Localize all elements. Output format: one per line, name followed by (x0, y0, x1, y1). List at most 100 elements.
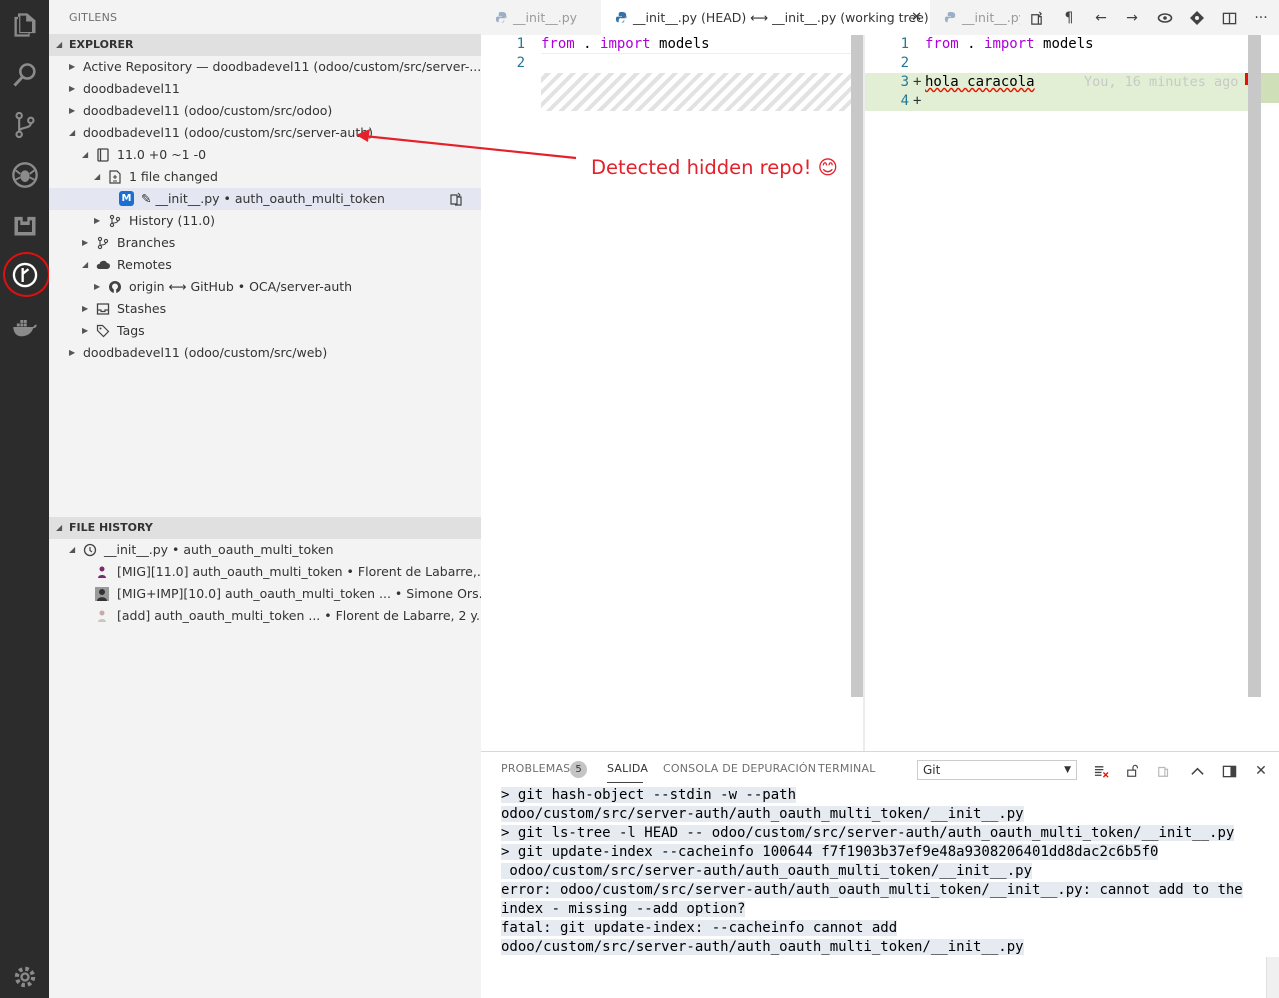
tree-row-stashes[interactable]: ▶ Stashes (49, 298, 481, 320)
line-number: 2 (516, 55, 525, 71)
file-diff-icon (109, 170, 121, 184)
more-actions-icon[interactable]: ··· (1251, 8, 1271, 28)
git-branch-icon (109, 214, 121, 228)
right-scrollbar[interactable] (1248, 35, 1261, 697)
chevron-down-icon: ◢ (69, 128, 76, 137)
line-number: 1 (516, 36, 525, 52)
chevron-right-icon: ▶ (94, 216, 101, 225)
show-whitespace-icon[interactable]: ¶ (1059, 8, 1079, 28)
tree-row-active-repository[interactable]: ▶ Active Repository — doodbadevel11 (odo… (49, 56, 481, 78)
tree-row-repo[interactable]: ▶ doodbadevel11 (49, 78, 481, 100)
explorer-files-icon[interactable] (9, 9, 40, 40)
tab-init-py[interactable]: __init__.py (481, 0, 601, 35)
search-icon[interactable] (9, 59, 40, 90)
author-avatar (98, 566, 106, 578)
tree-row-remotes[interactable]: ◢ Remotes (49, 254, 481, 276)
debug-icon[interactable] (9, 159, 40, 190)
toggle-panel-position-icon[interactable] (1219, 761, 1239, 781)
toggle-inline-icon[interactable] (1155, 8, 1175, 28)
code-line-added: hola caracola (925, 74, 1035, 90)
open-changes-icon[interactable] (1026, 8, 1046, 28)
tab-output[interactable]: SALIDA (607, 762, 648, 775)
dropdown-arrow-icon: ▼ (1064, 765, 1071, 775)
clear-output-icon[interactable] (1091, 761, 1111, 781)
sidebar-title: GITLENS (69, 11, 118, 24)
python-file-icon (944, 11, 956, 23)
diff-placeholder (541, 73, 851, 111)
history-row-commit[interactable]: [MIG][11.0] auth_oauth_multi_token • Flo… (49, 561, 481, 583)
output-line: fatal: git update-index: --cacheinfo can… (501, 920, 898, 936)
previous-change-icon[interactable]: ← (1091, 8, 1111, 28)
annotation-arrow (356, 129, 577, 160)
tree-row-repo-odoo[interactable]: ▶ doodbadevel11 (odoo/custom/src/odoo) (49, 100, 481, 122)
output-line: > git update-index --cacheinfo 100644 f7… (501, 844, 1159, 860)
left-scrollbar[interactable] (851, 35, 863, 697)
settings-gear-icon[interactable] (9, 961, 40, 992)
chevron-down-icon: ◢ (56, 523, 63, 532)
output-channel-select[interactable]: Git ▼ (917, 760, 1077, 780)
tree-row-changed-file[interactable]: M ✎ __init__.py • auth_oauth_multi_token (49, 188, 481, 210)
tree-row-repo-web[interactable]: ▶ doodbadevel11 (odoo/custom/src/web) (49, 342, 481, 364)
chevron-right-icon: ▶ (82, 326, 89, 335)
tab-diff-view[interactable]: __init__.py (HEAD) ⟷ __init__.py (workin… (601, 0, 930, 35)
tree-row-files-changed[interactable]: ◢ 1 file changed (49, 166, 481, 188)
activity-bar (0, 0, 50, 998)
tab-terminal[interactable]: TERMINAL (818, 762, 876, 775)
maximize-panel-icon[interactable] (1187, 761, 1207, 781)
tab-debug-console[interactable]: CONSOLA DE DEPURACIÓN (663, 762, 816, 775)
line-number: 4 (900, 93, 909, 109)
chevron-right-icon: ▶ (69, 84, 76, 93)
modified-badge: M (119, 191, 134, 206)
chevron-down-icon: ◢ (94, 172, 101, 181)
editor-tabs: __init__.py __init__.py (HEAD) ⟷ __init_… (481, 0, 1279, 35)
chevron-right-icon: ▶ (94, 282, 101, 291)
output-line: odoo/custom/src/server-auth/auth_oauth_m… (501, 863, 1033, 879)
history-row-file[interactable]: ◢ __init__.py • auth_oauth_multi_token (49, 539, 481, 561)
output-line: error: odoo/custom/src/server-auth/auth_… (501, 882, 1243, 898)
next-change-icon[interactable]: → (1122, 8, 1142, 28)
chevron-down-icon: ◢ (82, 150, 89, 159)
file-history-section-header[interactable]: ◢ FILE HISTORY (49, 517, 481, 539)
docker-icon[interactable] (9, 311, 40, 342)
explorer-section-title: EXPLORER (69, 38, 134, 51)
tag-icon (96, 324, 110, 338)
chevron-right-icon: ▶ (69, 62, 76, 71)
blame-annotation: You, 16 minutes ago (1084, 74, 1239, 90)
tree-row-branches[interactable]: ▶ Branches (49, 232, 481, 254)
diff-editor: 1 2 from . import models 1 2 3 4 + + fro… (481, 35, 1279, 751)
chevron-right-icon: ▶ (82, 238, 89, 247)
annotation-note: Detected hidden repo! 😊 (591, 156, 838, 179)
tree-row-remote-origin[interactable]: ▶ origin ⟷ GitHub • OCA/server-auth (49, 276, 481, 298)
tab-problems[interactable]: PROBLEMAS (501, 762, 570, 775)
output-panel: PROBLEMAS 5 SALIDA CONSOLA DE DEPURACIÓN… (481, 751, 1279, 998)
inbox-icon (96, 303, 110, 315)
split-editor-icon[interactable] (1219, 8, 1239, 28)
open-log-icon[interactable] (1154, 761, 1174, 781)
history-row-commit[interactable]: [add] auth_oauth_multi_token ... • Flore… (49, 605, 481, 627)
close-panel-icon[interactable]: ✕ (1251, 761, 1271, 781)
output-line: index - missing --add option? (501, 901, 746, 917)
tab-init-py-2[interactable]: __init__.py (930, 0, 1020, 35)
author-avatar (98, 610, 106, 622)
chevron-right-icon: ▶ (69, 348, 76, 357)
chevron-down-icon: ◢ (82, 260, 89, 269)
close-tab-icon[interactable]: ✕ (911, 0, 922, 35)
tree-row-history[interactable]: ▶ History (11.0) (49, 210, 481, 232)
tree-row-tags[interactable]: ▶ Tags (49, 320, 481, 342)
git-commit-icon[interactable] (1187, 8, 1207, 28)
history-clock-icon (83, 543, 97, 557)
chevron-down-icon: ◢ (56, 40, 63, 49)
chevron-right-icon: ▶ (69, 106, 76, 115)
extensions-icon[interactable] (9, 209, 40, 240)
added-marker: + (913, 74, 922, 90)
history-row-commit[interactable]: [MIG+IMP][10.0] auth_oauth_multi_token .… (49, 583, 481, 605)
github-icon (109, 281, 121, 293)
python-file-icon (495, 11, 508, 24)
added-marker: + (913, 93, 922, 109)
source-control-icon[interactable] (9, 109, 40, 140)
lock-scroll-icon[interactable] (1123, 761, 1143, 781)
explorer-section-header[interactable]: ◢ EXPLORER (49, 34, 481, 56)
open-file-icon[interactable] (449, 192, 463, 206)
repository-icon (97, 148, 109, 162)
chevron-right-icon: ▶ (82, 304, 89, 313)
